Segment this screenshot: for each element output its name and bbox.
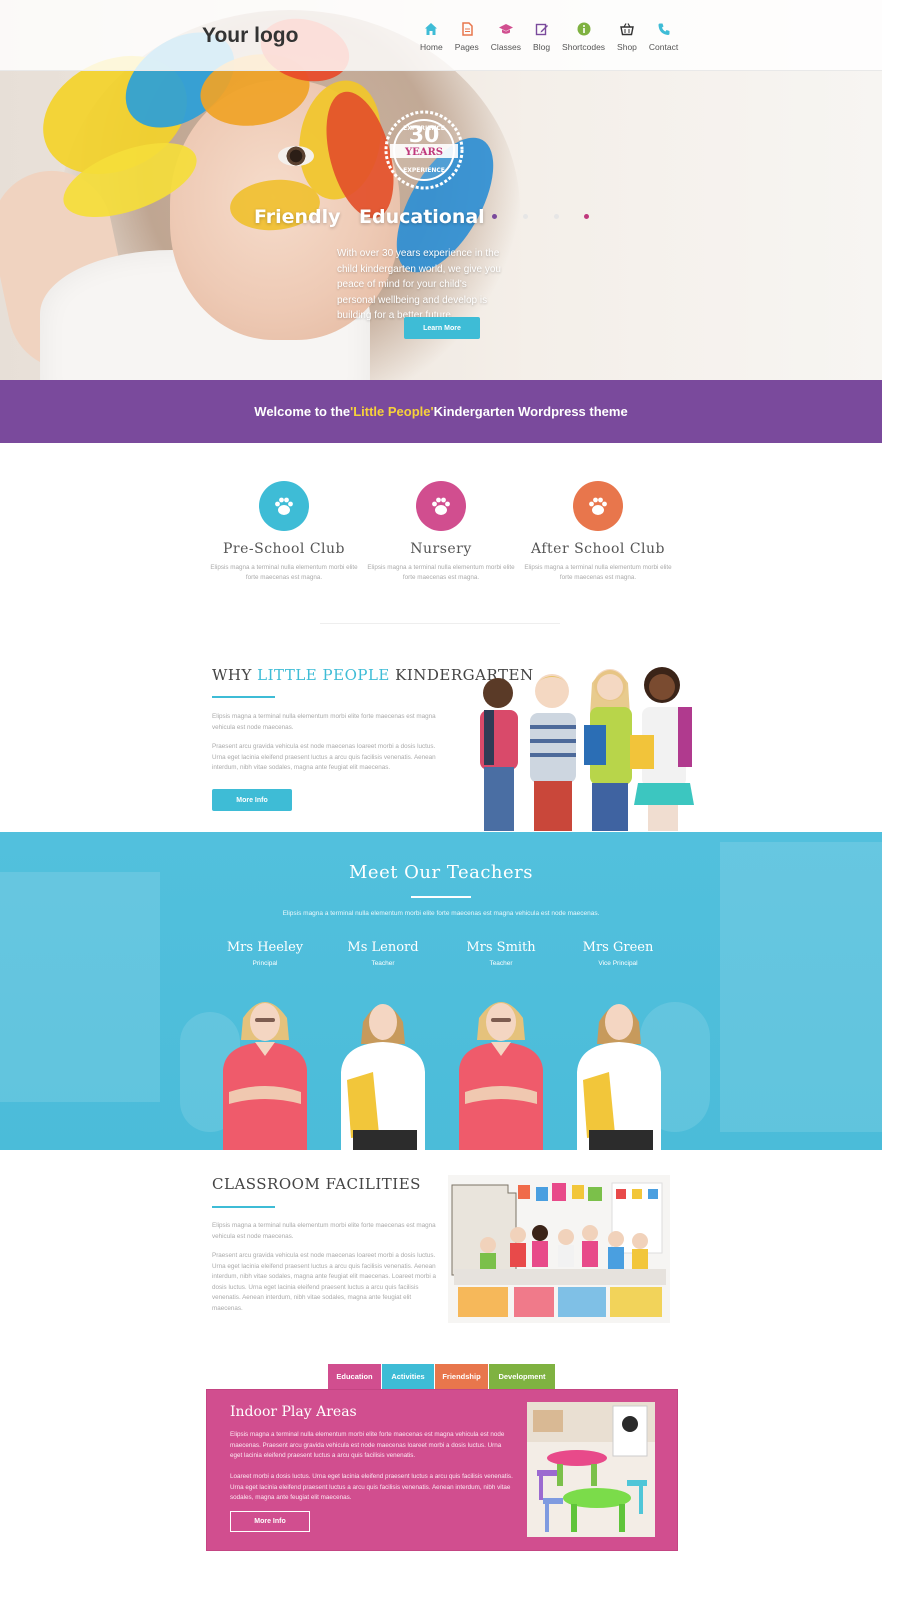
welcome-suffix: Kindergarten Wordpress theme [433,404,628,419]
paw-icon [259,481,309,531]
why-title-pre: WHY [212,666,258,684]
club-nursery[interactable]: Nursery Elipsis magna a terminal nulla e… [366,481,516,583]
why-title-accent: LITTLE PEOPLE [257,666,390,684]
hero-word-educational: Educational [359,206,485,228]
badge-top-label: EXPERIENCE [403,125,445,132]
teacher-name: Ms Lenord [347,940,419,955]
teachers-underline [411,896,471,898]
more-info-button[interactable]: More Info [212,789,292,811]
why-paragraph-1: Elipsis magna a terminal nulla elementum… [212,713,436,731]
tab-panel-paragraph-2: Loareet morbi a dosis luctus. Urna eget … [230,1473,513,1501]
nav-item-label: Shortcodes [562,42,606,52]
teacher-role: Teacher [371,960,395,967]
club-text: Elipsis magna a terminal nulla elementum… [367,564,515,581]
teacher-photo [223,1002,307,1150]
hero-description: With over 30 years experience in the chi… [337,248,501,321]
teacher-card[interactable]: Ms Lenord Teacher [323,940,443,967]
tab-panel-paragraph-1: Elipsis magna a terminal nulla elementum… [230,1431,505,1459]
nav-item-label: Classes [490,42,522,52]
slider-dot[interactable] [492,214,497,219]
learn-more-button[interactable]: Learn More [404,317,480,339]
club-title: After School Club [530,541,665,557]
teacher-role: Vice Principal [598,960,638,967]
club-title: Nursery [410,541,472,557]
nav-item-label: Blog [533,42,551,52]
nav-item-label: Shop [617,42,637,52]
teacher-card[interactable]: Mrs Heeley Principal [205,940,325,967]
club-text: Elipsis magna a terminal nulla elementum… [524,564,672,581]
why-paragraph-2: Praesent arcu gravida vehicula est node … [212,743,436,771]
club-title: Pre-School Club [222,541,346,557]
nav-item-label: Pages [454,42,479,52]
tab-panel-title: Indoor Play Areas [230,1404,357,1420]
teacher-name: Mrs Heeley [226,940,304,955]
section-divider [320,623,560,624]
badge-bottom-label: EXPERIENCE [403,167,445,174]
paw-icon [416,481,466,531]
tab-development[interactable]: Development [489,1364,555,1389]
play-area-photo [527,1402,655,1537]
nav-item-blog[interactable]: Blog [533,22,550,52]
slider-dot[interactable] [523,214,528,219]
club-text: Elipsis magna a terminal nulla elementum… [210,564,358,581]
nav-item-home[interactable]: Home [420,22,443,52]
kids-photo [480,667,694,831]
club-preschool[interactable]: Pre-School Club Elipsis magna a terminal… [209,481,359,583]
hero-word-friendly: Friendly [254,206,341,228]
home-icon [425,23,438,35]
teacher-photo [577,1004,661,1150]
main-nav: Home Pages Classes Blog Shortcodes Shop … [420,22,690,52]
phone-icon [658,23,670,35]
classroom-title: CLASSROOM FACILITIES [212,1175,421,1193]
edit-icon [535,23,548,36]
teacher-photo [459,1002,543,1150]
slider-dot-active[interactable] [584,214,589,219]
welcome-highlight: 'Little People' [350,404,434,419]
bg-shelf [0,872,160,1102]
tab-education[interactable]: Education [328,1364,381,1389]
teacher-card[interactable]: Mrs Green Vice Principal [558,940,678,967]
more-info-outline-button[interactable]: More Info [230,1511,310,1532]
tab-panel: Indoor Play Areas Elipsis magna a termin… [206,1389,678,1551]
teacher-role: Principal [252,960,278,967]
paw-icon [573,481,623,531]
club-after-school[interactable]: After School Club Elipsis magna a termin… [523,481,673,583]
experience-badge: YEARS 30 EXPERIENCE EXPERIENCE [384,110,464,190]
info-icon [577,22,591,36]
nav-item-label: Home [420,42,443,52]
site-logo[interactable]: Your logo [202,24,298,48]
teacher-photo [341,1004,425,1150]
classroom-paragraph-2: Praesent arcu gravida vehicula est node … [212,1252,437,1312]
site-header: Your logo Home Pages Classes Blog Shortc… [0,0,882,71]
welcome-banner: Welcome to the 'Little People' Kindergar… [0,380,882,443]
bg-shelf [720,842,882,1132]
slider-dot[interactable] [554,214,559,219]
teacher-name: Mrs Green [582,940,654,955]
tab-activities[interactable]: Activities [382,1364,434,1389]
nav-item-label: Contact [648,42,679,52]
nav-item-classes[interactable]: Classes [491,22,521,52]
nav-item-pages[interactable]: Pages [455,22,479,52]
nav-item-contact[interactable]: Contact [649,22,678,52]
teacher-name: Mrs Smith [466,940,536,955]
teacher-card[interactable]: Mrs Smith Teacher [441,940,561,967]
classroom-paragraph-1: Elipsis magna a terminal nulla elementum… [212,1222,436,1240]
teachers-title: Meet Our Teachers [348,862,534,883]
tab-friendship[interactable]: Friendship [435,1364,488,1389]
badge-years-label: YEARS [404,147,443,158]
classroom-underline [212,1206,275,1208]
graduation-cap-icon [498,24,513,34]
welcome-prefix: Welcome to the [254,404,351,419]
classroom-photo [448,1175,670,1323]
why-underline [212,696,275,698]
teachers-subtitle: Elipsis magna a terminal nulla elementum… [282,910,600,917]
hero-photo-eye [278,146,314,166]
basket-icon [620,23,634,36]
nav-item-shop[interactable]: Shop [617,22,637,52]
teacher-role: Teacher [489,960,513,967]
nav-item-shortcodes[interactable]: Shortcodes [562,22,605,52]
document-icon [461,22,473,36]
